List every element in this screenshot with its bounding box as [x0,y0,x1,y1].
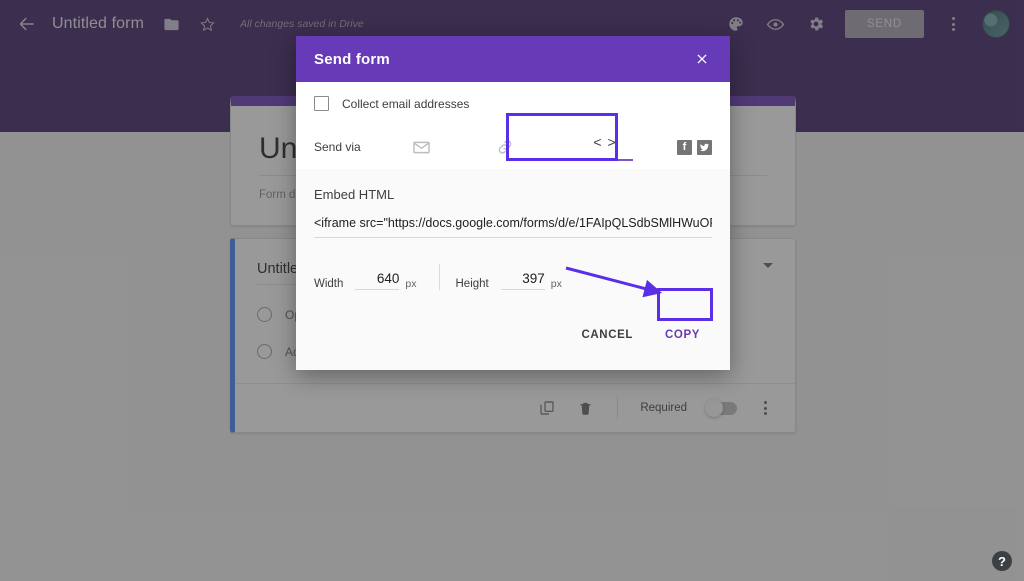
mail-icon[interactable] [408,138,434,157]
dialog-embed-section: Embed HTML <iframe src="https://docs.goo… [296,169,730,370]
embed-tab-underline [577,158,633,161]
collect-email-label: Collect email addresses [342,96,470,111]
width-unit: px [405,278,417,290]
dimensions-divider [438,264,440,290]
embed-html-label: Embed HTML [314,187,395,202]
height-unit: px [550,278,562,290]
send-via-label: Send via [314,140,361,154]
cancel-button[interactable]: CANCEL [569,320,645,350]
twitter-icon[interactable] [697,139,712,155]
embed-tab[interactable]: < > [576,134,634,161]
height-label: Height [455,278,489,290]
width-input[interactable]: 640 [355,271,400,290]
embed-html-input[interactable]: <iframe src="https://docs.google.com/for… [314,216,712,238]
dialog-header: Send form [296,36,730,82]
dimensions-row: Width 640 px Height 397 px [314,264,712,290]
send-form-dialog: Send form Collect email addresses Send v… [296,36,730,370]
collect-email-checkbox[interactable] [314,96,329,111]
close-icon[interactable] [692,49,712,69]
code-embed-icon: < > [593,133,617,150]
width-label: Width [314,278,344,290]
screenshot-root: Untitled form All changes saved in Drive [0,0,1024,581]
copy-button[interactable]: COPY [653,320,712,350]
height-input[interactable]: 397 [500,271,545,290]
facebook-icon[interactable]: f [677,139,692,155]
dialog-actions: CANCEL COPY [314,320,712,356]
link-icon[interactable] [492,138,518,156]
collect-email-row[interactable]: Collect email addresses [314,96,712,125]
help-button[interactable]: ? [992,551,1012,571]
dialog-top-section: Collect email addresses Send via < > f [296,82,730,169]
send-via-row: Send via < > f [314,125,712,169]
social-share-group: f [677,139,712,155]
dialog-title: Send form [314,50,390,68]
